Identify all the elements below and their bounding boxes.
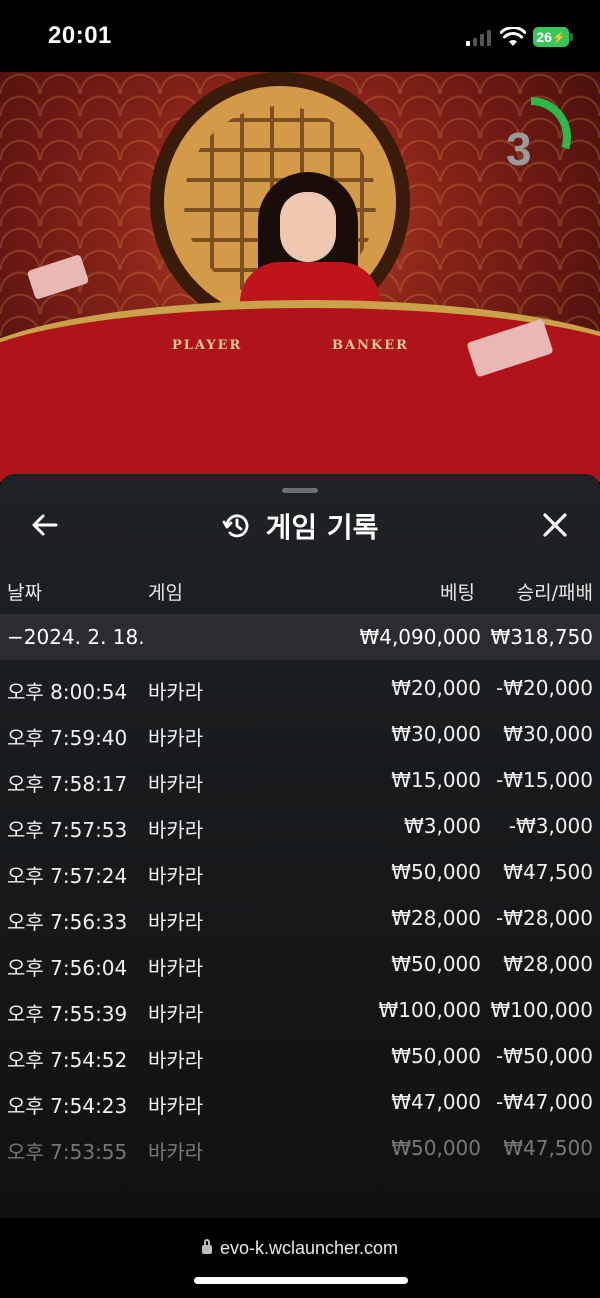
- battery-icon: 26 ⚡: [533, 27, 569, 47]
- group-result-total: ₩318,750: [490, 625, 593, 649]
- row-game: 바카라: [148, 818, 204, 842]
- group-date: −2024. 2. 18.: [7, 625, 145, 649]
- row-time: 오후 7:55:39: [7, 1002, 128, 1026]
- row-bet: ₩100,000: [378, 998, 481, 1022]
- history-row[interactable]: 오후 7:54:52 바카라 ₩50,000 -₩50,000: [0, 1032, 600, 1078]
- row-game: 바카라: [148, 956, 204, 980]
- player-label: PLAYER: [172, 338, 243, 353]
- history-row[interactable]: 오후 7:59:40 바카라 ₩30,000 ₩30,000: [0, 710, 600, 756]
- history-row[interactable]: 오후 7:57:53 바카라 ₩3,000 -₩3,000: [0, 802, 600, 848]
- url-text: evo-k.wclauncher.com: [219, 1238, 399, 1258]
- row-time: 오후 7:54:23: [7, 1094, 128, 1118]
- row-result: -₩28,000: [496, 906, 593, 930]
- row-time: 오후 7:56:33: [7, 910, 128, 934]
- date-group-row[interactable]: −2024. 2. 18. ₩4,090,000 ₩318,750: [0, 614, 600, 660]
- row-game: 바카라: [148, 1140, 204, 1164]
- row-result: -₩3,000: [508, 814, 593, 838]
- row-bet: ₩47,000: [391, 1090, 481, 1114]
- row-game: 바카라: [148, 1048, 204, 1072]
- sheet-title: 게임 기록: [0, 506, 600, 546]
- row-result: ₩47,500: [503, 1136, 593, 1160]
- battery-tip: [570, 33, 573, 41]
- history-row[interactable]: 오후 8:00:54 바카라 ₩20,000 -₩20,000: [0, 664, 600, 710]
- home-indicator[interactable]: [194, 1277, 408, 1284]
- close-icon[interactable]: [540, 510, 570, 540]
- row-bet: ₩28,000: [391, 906, 481, 930]
- live-dealer-video[interactable]: PLAYER BANKER 3: [0, 72, 600, 482]
- lock-icon: [201, 1238, 212, 1254]
- row-result: -₩50,000: [496, 1044, 593, 1068]
- col-result: 승리/패배: [516, 582, 593, 604]
- history-row[interactable]: 오후 7:55:39 바카라 ₩100,000 ₩100,000: [0, 986, 600, 1032]
- group-bet-total: ₩4,090,000: [359, 625, 481, 649]
- history-row[interactable]: 오후 7:58:17 바카라 ₩15,000 -₩15,000: [0, 756, 600, 802]
- url-bar[interactable]: evo-k.wclauncher.com: [0, 1238, 600, 1259]
- history-row[interactable]: 오후 7:53:55 바카라 ₩50,000 ₩47,500: [0, 1124, 600, 1170]
- game-history-sheet: 게임 기록 날짜 게임 베팅 승리/패배 −2024. 2. 18. ₩4,09…: [0, 474, 600, 1218]
- row-time: 오후 7:54:52: [7, 1048, 128, 1072]
- wifi-icon: [500, 27, 526, 46]
- row-time: 오후 7:57:53: [7, 818, 128, 842]
- row-result: ₩100,000: [490, 998, 593, 1022]
- row-game: 바카라: [148, 1002, 204, 1026]
- history-row[interactable]: 오후 7:56:04 바카라 ₩50,000 ₩28,000: [0, 940, 600, 986]
- row-result: ₩30,000: [503, 722, 593, 746]
- status-bar: 20:01 26 ⚡: [0, 0, 600, 72]
- betting-countdown: 3: [506, 123, 532, 175]
- history-list: 오후 8:00:54 바카라 ₩20,000 -₩20,000 오후 7:59:40 바카…: [0, 664, 600, 1170]
- row-time: 오후 7:58:17: [7, 772, 128, 796]
- row-game: 바카라: [148, 680, 204, 704]
- cellular-signal-icon: [466, 30, 492, 46]
- row-bet: ₩50,000: [391, 860, 481, 884]
- history-row[interactable]: 오후 7:56:33 바카라 ₩28,000 -₩28,000: [0, 894, 600, 940]
- row-time: 오후 7:56:04: [7, 956, 128, 980]
- row-bet: ₩50,000: [391, 1044, 481, 1068]
- row-result: -₩20,000: [496, 676, 593, 700]
- history-icon: [222, 514, 248, 538]
- row-game: 바카라: [148, 910, 204, 934]
- row-bet: ₩50,000: [391, 952, 481, 976]
- row-time: 오후 7:53:55: [7, 1140, 128, 1164]
- browser-bar: evo-k.wclauncher.com: [0, 1218, 600, 1298]
- row-bet: ₩50,000: [391, 1136, 481, 1160]
- row-game: 바카라: [148, 1094, 204, 1118]
- row-bet: ₩3,000: [403, 814, 481, 838]
- sheet-title-text: 게임 기록: [265, 511, 379, 544]
- col-bet: 베팅: [440, 582, 475, 604]
- row-bet: ₩20,000: [391, 676, 481, 700]
- history-row[interactable]: 오후 7:57:24 바카라 ₩50,000 ₩47,500: [0, 848, 600, 894]
- row-time: 오후 7:57:24: [7, 864, 128, 888]
- sheet-grabber[interactable]: [282, 488, 318, 493]
- row-result: -₩47,000: [496, 1090, 593, 1114]
- banker-label: BANKER: [332, 338, 409, 353]
- col-date: 날짜: [7, 582, 42, 604]
- row-time: 오후 8:00:54: [7, 680, 128, 704]
- history-row[interactable]: 오후 7:54:23 바카라 ₩47,000 -₩47,000: [0, 1078, 600, 1124]
- status-time: 20:01: [48, 22, 112, 49]
- row-game: 바카라: [148, 726, 204, 750]
- baccarat-table: [0, 300, 600, 482]
- row-time: 오후 7:59:40: [7, 726, 128, 750]
- row-game: 바카라: [148, 772, 204, 796]
- row-bet: ₩15,000: [391, 768, 481, 792]
- row-result: -₩15,000: [496, 768, 593, 792]
- dealer-face: [280, 192, 336, 262]
- row-result: ₩28,000: [503, 952, 593, 976]
- battery-level: 26: [536, 29, 552, 45]
- col-game: 게임: [148, 582, 183, 604]
- row-bet: ₩30,000: [391, 722, 481, 746]
- column-headers: 날짜 게임 베팅 승리/패배: [0, 574, 600, 608]
- row-game: 바카라: [148, 864, 204, 888]
- row-result: ₩47,500: [503, 860, 593, 884]
